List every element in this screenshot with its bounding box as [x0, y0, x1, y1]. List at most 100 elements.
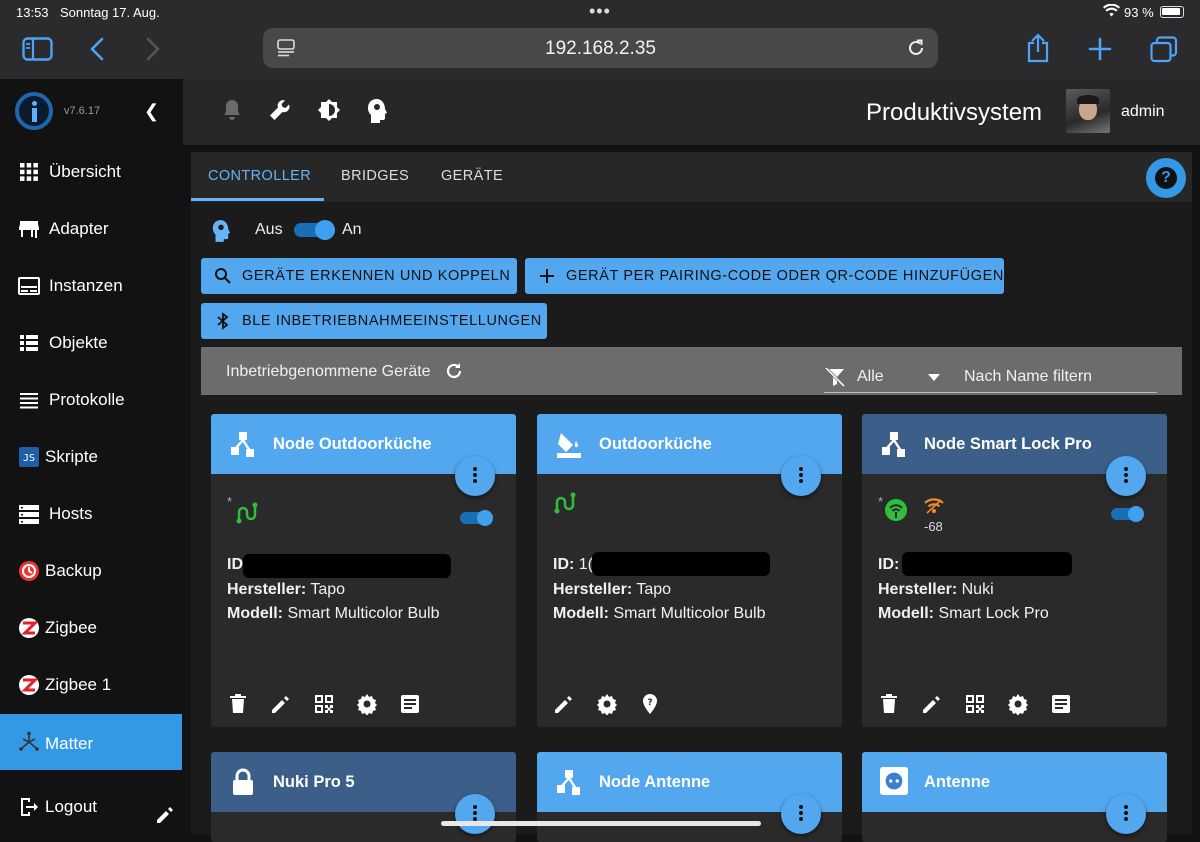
forward-icon[interactable]	[145, 37, 161, 61]
delete-icon[interactable]	[878, 693, 900, 715]
sidebar-toggle-icon[interactable]	[22, 37, 53, 61]
matter-panel: CONTROLLER BRIDGES GERÄTE ? Aus An GERÄT…	[191, 152, 1192, 842]
sidebar-item-matter[interactable]: Matter	[0, 714, 182, 770]
model-label: Modell:	[227, 605, 283, 622]
card-title: Outdoorküche	[599, 435, 712, 453]
card-title: Node Smart Lock Pro	[924, 435, 1092, 453]
storage-icon	[19, 505, 39, 524]
card-menu-button[interactable]	[1106, 456, 1146, 496]
tab-controller[interactable]: CONTROLLER	[208, 168, 311, 184]
device-model: Modell: Smart Multicolor Bulb	[227, 605, 440, 623]
ble-settings-button[interactable]: BLE INBETRIEBNAHMEEINSTELLUNGEN	[201, 303, 547, 339]
settings-icon[interactable]	[596, 693, 618, 715]
device-enable-toggle[interactable]	[460, 510, 493, 526]
lock-icon	[233, 768, 253, 795]
theme-toggle-icon[interactable]	[317, 98, 341, 122]
url-text: 192.168.2.35	[545, 38, 656, 59]
zigbee-icon	[19, 675, 39, 695]
settings-icon[interactable]	[1007, 693, 1029, 715]
help-button[interactable]: ?	[1146, 158, 1186, 198]
details-icon[interactable]	[399, 693, 421, 715]
matter-icon	[19, 731, 39, 751]
card-menu-button[interactable]	[1106, 794, 1146, 834]
wifi-network-icon	[885, 499, 907, 521]
controller-on-label: An	[342, 221, 362, 238]
refresh-icon[interactable]	[444, 361, 464, 381]
redaction-mark	[592, 552, 770, 576]
sidebar-item-zigbee-1[interactable]: Zigbee 1	[0, 662, 182, 710]
redaction-mark	[902, 552, 1072, 576]
card-menu-button[interactable]	[455, 456, 495, 496]
sidebar-item-objekte[interactable]: Objekte	[0, 320, 182, 368]
iobroker-logo[interactable]	[15, 92, 53, 130]
device-card-outdoorkueche: Outdoorküche ID: 1( 3-1 Hersteller: Tapo…	[537, 414, 842, 727]
device-enable-toggle[interactable]	[1111, 506, 1144, 522]
sidebar: v7.6.17 ❮ Übersicht Adapter Instanzen Ob…	[0, 79, 182, 834]
zigbee-icon	[19, 618, 39, 638]
username[interactable]: admin	[1121, 103, 1165, 121]
manufacturer-value: Tapo	[636, 581, 672, 598]
back-icon[interactable]	[89, 37, 105, 61]
card-menu-button[interactable]	[781, 456, 821, 496]
multitask-dots-icon[interactable]: •••	[589, 1, 611, 22]
model-value: Smart Multicolor Bulb	[613, 605, 766, 622]
bell-icon[interactable]	[222, 98, 242, 122]
wrench-icon[interactable]	[268, 98, 292, 122]
sidebar-item-label: Skripte	[45, 447, 98, 466]
tabs-overview-icon[interactable]	[1150, 36, 1178, 63]
sidebar-item-skripte[interactable]: JS Skripte	[0, 434, 182, 482]
sidebar-item-instanzen[interactable]: Instanzen	[0, 263, 182, 311]
qr-code-icon[interactable]	[313, 693, 335, 715]
signal-strength-icon	[924, 498, 944, 514]
model-label: Modell:	[878, 605, 934, 622]
filter-off-icon	[824, 367, 846, 387]
svg-text:JS: JS	[23, 453, 35, 464]
sidebar-item-adapter[interactable]: Adapter	[0, 206, 182, 254]
settings-icon[interactable]	[356, 693, 378, 715]
avatar[interactable]	[1066, 89, 1110, 133]
device-card-node-antenne: Node Antenne	[537, 752, 842, 842]
expert-mode-icon[interactable]	[366, 98, 388, 124]
sidebar-item-hosts[interactable]: Hosts	[0, 491, 182, 539]
battery-icon	[1160, 6, 1184, 18]
add-by-pairing-code-button[interactable]: GERÄT PER PAIRING-CODE ODER QR-CODE HINZ…	[525, 258, 1004, 294]
delete-icon[interactable]	[227, 693, 249, 715]
sidebar-item-label: Hosts	[49, 504, 93, 523]
backup-icon	[19, 561, 39, 581]
sidebar-item-uebersicht[interactable]: Übersicht	[0, 149, 182, 197]
instances-icon	[18, 277, 40, 295]
card-menu-button[interactable]	[455, 794, 495, 834]
manufacturer-label: Hersteller:	[878, 581, 958, 598]
discover-devices-label: GERÄTE ERKENNEN UND KOPPELN	[242, 268, 511, 284]
discover-devices-button[interactable]: GERÄTE ERKENNEN UND KOPPELN	[201, 258, 517, 294]
tab-geraete[interactable]: GERÄTE	[441, 168, 503, 184]
sidebar-item-backup[interactable]: Backup	[0, 548, 182, 596]
edit-menu-icon[interactable]	[155, 805, 175, 825]
home-indicator	[441, 821, 761, 826]
edit-icon[interactable]	[553, 693, 575, 715]
tab-bridges[interactable]: BRIDGES	[341, 168, 409, 184]
edit-icon[interactable]	[921, 693, 943, 715]
sidebar-item-zigbee[interactable]: Zigbee	[0, 605, 182, 653]
active-tab-indicator	[191, 198, 324, 201]
new-tab-icon[interactable]	[1088, 37, 1112, 61]
model-label: Modell:	[553, 605, 609, 622]
card-title: Antenne	[924, 773, 990, 791]
edit-icon[interactable]	[270, 693, 292, 715]
card-title: Node Antenne	[599, 773, 711, 791]
plus-icon	[540, 269, 554, 283]
address-bar[interactable]: 192.168.2.35	[263, 28, 938, 68]
device-manufacturer: Hersteller: Tapo	[227, 581, 345, 599]
reload-icon[interactable]	[906, 38, 926, 58]
qr-code-icon[interactable]	[964, 693, 986, 715]
details-icon[interactable]	[1050, 693, 1072, 715]
sidebar-item-label: Übersicht	[49, 162, 121, 181]
sidebar-item-protokolle[interactable]: Protokolle	[0, 377, 182, 425]
card-menu-button[interactable]	[781, 794, 821, 834]
name-filter-input[interactable]: Nach Name filtern	[954, 361, 1157, 393]
filter-select[interactable]: Alle	[824, 361, 954, 393]
identify-icon[interactable]: ?	[639, 693, 661, 715]
collapse-sidebar-icon[interactable]: ❮	[144, 101, 159, 122]
share-icon[interactable]	[1026, 33, 1050, 63]
controller-toggle[interactable]	[294, 220, 335, 240]
